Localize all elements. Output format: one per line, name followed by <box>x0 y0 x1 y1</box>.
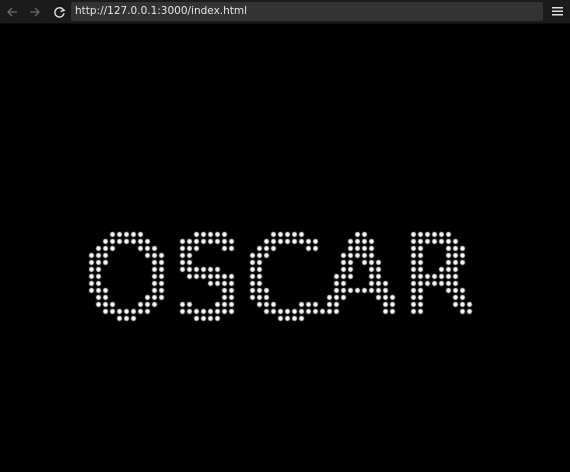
reload-button[interactable] <box>49 2 69 22</box>
arrow-right-icon <box>30 7 40 17</box>
reload-icon <box>53 6 66 18</box>
menu-button[interactable] <box>548 2 566 21</box>
back-button[interactable] <box>2 2 22 22</box>
dot-matrix-text <box>0 24 570 472</box>
browser-toolbar: http://127.0.0.1:3000/index.html <box>0 0 570 24</box>
forward-button[interactable] <box>25 2 45 22</box>
page-viewport <box>0 24 570 472</box>
url-text: http://127.0.0.1:3000/index.html <box>75 5 248 17</box>
address-bar[interactable]: http://127.0.0.1:3000/index.html <box>71 2 543 21</box>
arrow-left-icon <box>7 7 17 17</box>
hamburger-menu-icon <box>551 7 563 16</box>
